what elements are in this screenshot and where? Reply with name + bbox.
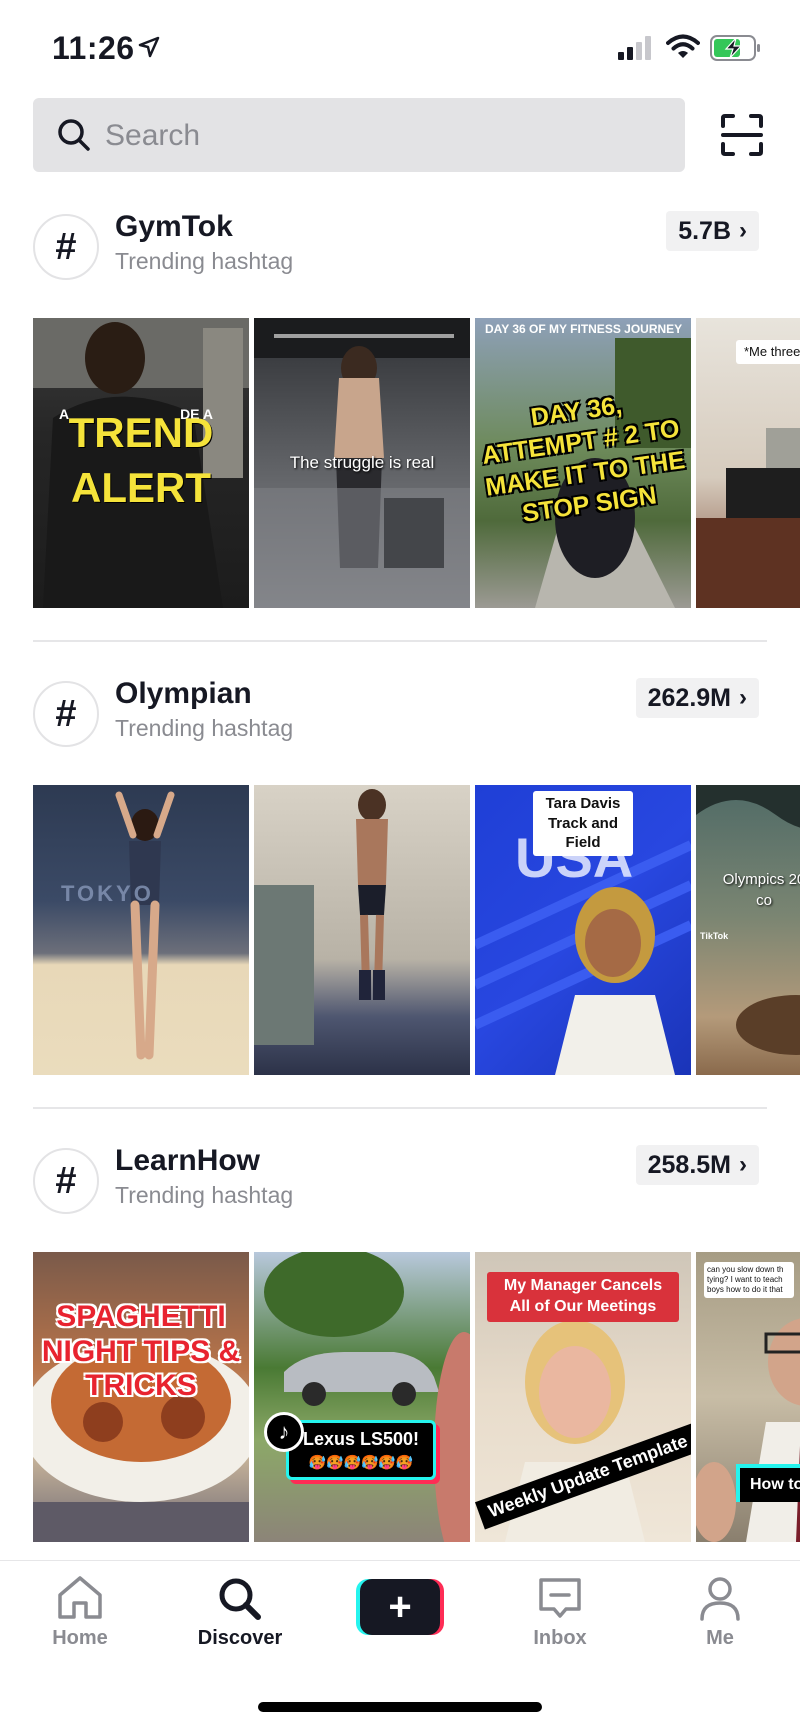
video-thumbnails-row: TOKYO USA Tara Davis Track and Field Oly…: [33, 785, 800, 1075]
thumbnail-caption: TREND ALERT: [68, 409, 214, 511]
chevron-right-icon: ›: [739, 684, 747, 711]
hashtag-title[interactable]: Olympian: [115, 677, 252, 711]
video-thumbnail[interactable]: USA Tara Davis Track and Field: [475, 785, 691, 1075]
nav-discover-label: Discover: [197, 1627, 283, 1649]
video-thumbnail[interactable]: Lexus LS500! 🥵🥵🥵🥵🥵🥵 ♪: [254, 1252, 470, 1542]
tiktok-watermark: TikTok: [700, 931, 729, 941]
hashtag-subtitle: Trending hashtag: [115, 248, 294, 274]
search-icon: [58, 119, 90, 151]
thumbnail-caption: TOKYO: [61, 881, 154, 906]
view-count-button[interactable]: 5.7B ›: [666, 211, 759, 251]
thumbnail-caption-top: DAY 36 OF MY FITNESS JOURNEY: [485, 322, 683, 336]
thumbnail-scene: [696, 785, 800, 1055]
chevron-right-icon: ›: [739, 1151, 747, 1178]
nav-home[interactable]: Home: [20, 1575, 140, 1650]
wifi-icon: [666, 34, 700, 58]
signal-icon: [618, 36, 651, 60]
lexus-caption-box: Lexus LS500! 🥵🥵🥵🥵🥵🥵: [286, 1420, 436, 1480]
inbox-icon: [539, 1578, 581, 1618]
thumbnail-scene: [254, 789, 388, 1045]
search-placeholder: Search: [105, 119, 201, 152]
nav-inbox[interactable]: Inbox: [500, 1575, 620, 1650]
video-thumbnail[interactable]: Olympics 20 co TikTok: [696, 785, 800, 1075]
hashtag-subtitle: Trending hashtag: [115, 715, 294, 741]
search-row: Search: [33, 98, 768, 172]
nav-discover[interactable]: Discover: [180, 1575, 300, 1650]
thumbnail-caption-top: can you slow down th tying? I want to te…: [704, 1262, 794, 1298]
location-arrow-icon: [138, 36, 160, 58]
view-count-button[interactable]: 258.5M ›: [635, 1145, 759, 1185]
thumbnail-scene: [264, 1252, 470, 1542]
video-thumbnail[interactable]: *Me three thinking liftin fem: [696, 318, 800, 608]
hashtag-subtitle: Trending hashtag: [115, 1182, 294, 1208]
home-icon: [58, 1576, 102, 1619]
hashtag-icon[interactable]: #: [33, 681, 99, 747]
thumbnail-caption: Olympics 20 co: [722, 871, 800, 909]
video-thumbnail[interactable]: A DE A TREND ALERT: [33, 318, 249, 608]
home-indicator[interactable]: [258, 1702, 542, 1712]
status-bar: 11:26: [0, 0, 800, 90]
create-icon: +: [360, 1579, 440, 1635]
video-thumbnails-row: A DE A TREND ALERT The struggle is real: [33, 318, 800, 608]
thumbnail-emoji: 🥵🥵🥵🥵🥵🥵: [308, 1454, 414, 1470]
scan-icon[interactable]: [721, 114, 763, 156]
search-input[interactable]: Search: [33, 98, 685, 172]
view-count-button[interactable]: 262.9M ›: [635, 678, 759, 718]
view-count: 258.5M: [647, 1150, 731, 1179]
view-count: 262.9M: [647, 683, 731, 712]
thumbnail-caption: Tara Davis Track and Field: [533, 791, 633, 856]
video-thumbnail[interactable]: SPAGHETTI NIGHT TIPS & TRICKS: [33, 1252, 249, 1542]
video-thumbnails-row: SPAGHETTI NIGHT TIPS & TRICKS Lexus LS50…: [33, 1252, 800, 1542]
video-thumbnail[interactable]: [254, 785, 470, 1075]
thumbnail-caption: SPAGHETTI NIGHT TIPS & TRICKS: [41, 1300, 241, 1402]
thumbnail-caption-top: My Manager Cancels All of Our Meetings: [487, 1272, 679, 1322]
nav-home-label: Home: [52, 1627, 108, 1649]
hashtag-title[interactable]: LearnHow: [115, 1144, 260, 1178]
section-divider: [33, 1107, 767, 1109]
hashtag-title[interactable]: GymTok: [115, 210, 233, 244]
view-count: 5.7B: [678, 216, 731, 245]
video-thumbnail[interactable]: The struggle is real: [254, 318, 470, 608]
video-thumbnail[interactable]: TOKYO: [33, 785, 249, 1075]
status-time: 11:26: [52, 30, 135, 66]
discover-icon: [219, 1578, 261, 1620]
thumbnail-caption: How to: [736, 1464, 800, 1502]
video-thumbnail[interactable]: DAY 36 OF MY FITNESS JOURNEY DAY 36, ATT…: [475, 318, 691, 608]
chevron-right-icon: ›: [739, 217, 747, 244]
nav-inbox-label: Inbox: [533, 1627, 587, 1649]
thumbnail-caption: *Me three thinking liftin fem: [736, 340, 800, 364]
thumbnail-scene: [115, 791, 175, 1060]
battery-charging-icon: [710, 35, 760, 61]
profile-icon: [700, 1577, 740, 1621]
nav-me[interactable]: Me: [660, 1575, 780, 1650]
hashtag-icon[interactable]: #: [33, 1148, 99, 1214]
video-thumbnail[interactable]: My Manager Cancels All of Our Meetings W…: [475, 1252, 691, 1542]
hashtag-icon[interactable]: #: [33, 214, 99, 280]
create-button[interactable]: +: [356, 1579, 444, 1635]
nav-me-label: Me: [706, 1627, 734, 1649]
section-divider: [33, 640, 767, 642]
video-thumbnail[interactable]: can you slow down th tying? I want to te…: [696, 1252, 800, 1542]
thumbnail-caption: The struggle is real: [289, 453, 435, 472]
tiktok-logo-icon: ♪: [264, 1412, 304, 1452]
thumbnail-caption: Lexus LS500!: [302, 1429, 420, 1449]
